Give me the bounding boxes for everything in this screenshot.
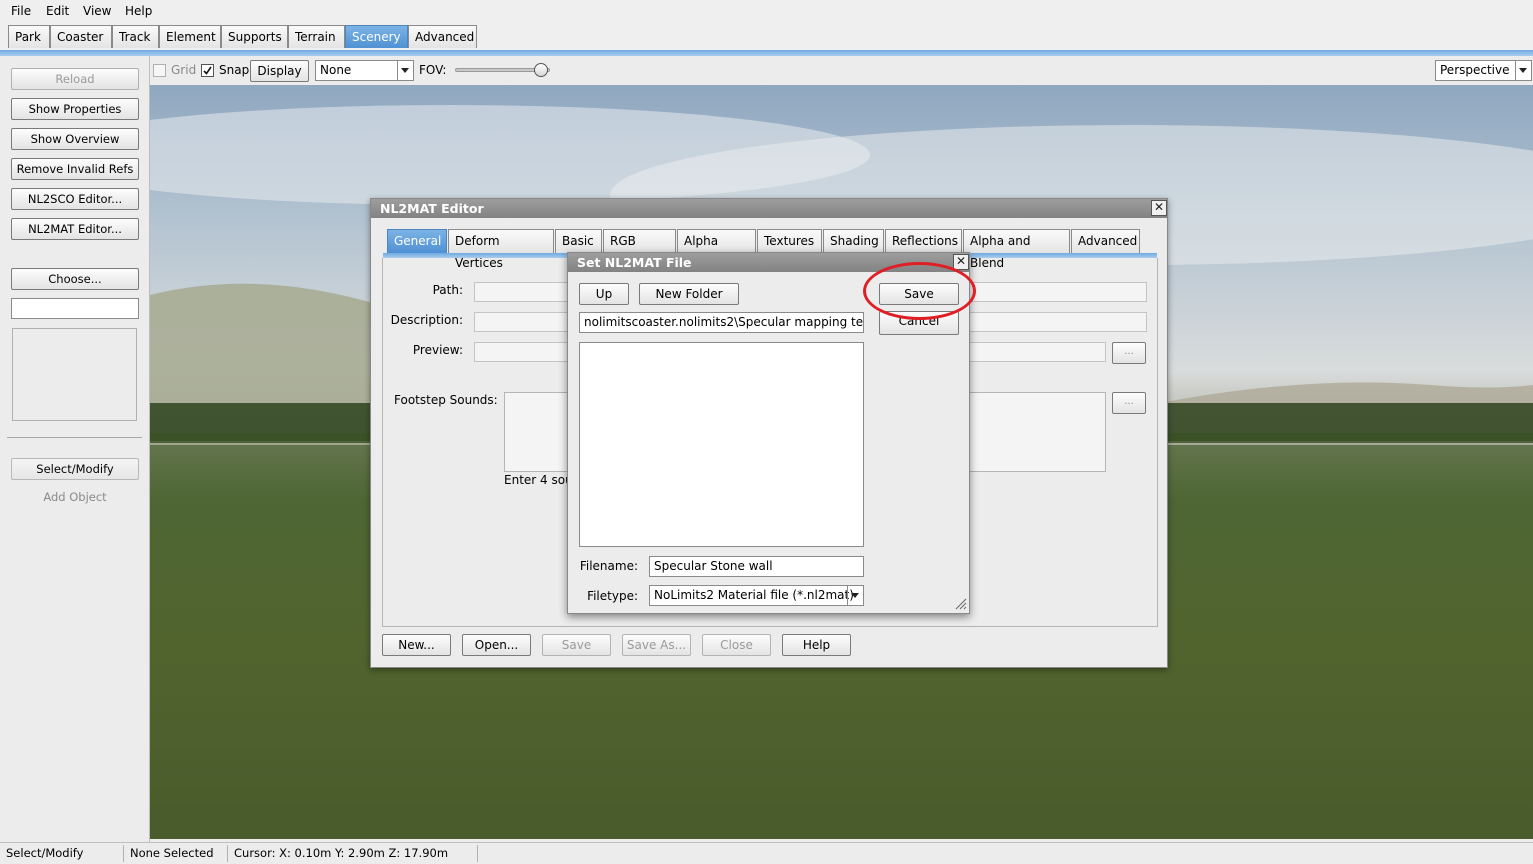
close-icon[interactable]: ✕ [953, 254, 969, 270]
close-icon[interactable]: ✕ [1151, 200, 1167, 216]
menu-help[interactable]: Help [125, 4, 152, 18]
view-mode-value: Perspective [1440, 63, 1510, 77]
tab-deform-vertices[interactable]: Deform Vertices [448, 229, 554, 270]
tab-shading[interactable]: Shading [823, 229, 884, 253]
nl2mat-editor-title: NL2MAT Editor [371, 199, 1167, 218]
tab-terrain[interactable]: Terrain [288, 25, 345, 48]
filetype-select[interactable]: NoLimits2 Material file (*.nl2mat) [649, 585, 864, 606]
view-toolbar: Grid Snap Display None FOV: Perspective [150, 56, 1533, 85]
snap-label: Snap [219, 63, 250, 77]
tab-element[interactable]: Element [159, 25, 221, 48]
tab-park[interactable]: Park [8, 25, 50, 48]
view-mode-select[interactable]: Perspective [1435, 60, 1532, 81]
footstep-hint: Enter 4 sou [504, 473, 573, 487]
new-button[interactable]: New... [382, 634, 451, 656]
nl2mat-editor-button[interactable]: NL2MAT Editor... [11, 218, 139, 240]
description-label: Description: [390, 313, 463, 327]
chevron-down-icon [397, 61, 413, 80]
status-selection: None Selected [124, 845, 228, 862]
display-mode-value: None [320, 63, 352, 77]
filename-input[interactable]: Specular Stone wall [649, 556, 864, 577]
up-button[interactable]: Up [579, 283, 629, 305]
path-label: Path: [432, 283, 463, 297]
reload-button[interactable]: Reload [11, 68, 139, 90]
tab-coaster[interactable]: Coaster [50, 25, 112, 48]
chevron-down-icon [847, 586, 863, 605]
tab-advanced[interactable]: Advanced [408, 25, 477, 48]
file-list[interactable] [579, 342, 864, 547]
filetype-value: NoLimits2 Material file (*.nl2mat) [654, 588, 854, 602]
fov-label: FOV: [419, 63, 447, 77]
check-icon [203, 66, 212, 75]
tab-alpha-color[interactable]: Alpha Color [677, 229, 756, 270]
object-preview [12, 328, 137, 421]
filetype-label: Filetype: [587, 589, 638, 603]
tab-supports[interactable]: Supports [221, 25, 288, 48]
chevron-down-icon [1515, 61, 1531, 80]
footstep-sounds-label: Footstep Sounds: [394, 393, 498, 407]
tab-basic[interactable]: Basic [555, 229, 602, 253]
status-mode: Select/Modify [0, 845, 124, 862]
current-path-field[interactable]: nolimitscoaster.nolimits2\Specular mappi… [579, 312, 864, 333]
filename-label: Filename: [579, 559, 638, 573]
close-button[interactable]: Close [702, 634, 771, 656]
tab-reflections[interactable]: Reflections [885, 229, 962, 253]
preview-browse-button[interactable]: ... [1112, 342, 1146, 364]
menu-file[interactable]: File [11, 4, 31, 18]
footstep-browse-button[interactable]: ... [1112, 392, 1146, 414]
fov-slider-thumb[interactable] [533, 63, 548, 77]
grid-checkbox[interactable] [153, 64, 166, 77]
menu-view[interactable]: View [83, 4, 111, 18]
show-overview-button[interactable]: Show Overview [11, 128, 139, 150]
add-object-button[interactable]: Add Object [11, 490, 139, 504]
tab-scenery[interactable]: Scenery [345, 25, 408, 48]
save-button[interactable]: Save [542, 634, 611, 656]
new-folder-button[interactable]: New Folder [639, 283, 739, 305]
open-button[interactable]: Open... [462, 634, 531, 656]
nl2sco-editor-button[interactable]: NL2SCO Editor... [11, 188, 139, 210]
tab-general[interactable]: General [387, 229, 447, 253]
status-bar: Select/Modify None Selected Cursor: X: 0… [0, 842, 1533, 864]
tab-textures[interactable]: Textures [757, 229, 822, 253]
main-tab-bar: Park Coaster Track Element Supports Terr… [0, 22, 1533, 52]
preview-label: Preview: [412, 343, 463, 357]
tab-rgb-color[interactable]: RGB Color [603, 229, 676, 270]
show-properties-button[interactable]: Show Properties [11, 98, 139, 120]
menu-edit[interactable]: Edit [46, 4, 69, 18]
display-button[interactable]: Display [250, 60, 309, 82]
choose-input[interactable] [11, 298, 139, 319]
tab-track[interactable]: Track [112, 25, 159, 48]
menu-bar: File Edit View Help [0, 0, 1533, 22]
snap-checkbox[interactable] [201, 64, 214, 77]
tab-advanced[interactable]: Advanced [1071, 229, 1140, 253]
resize-grip-icon[interactable] [955, 598, 967, 610]
choose-button[interactable]: Choose... [11, 268, 139, 290]
display-mode-select[interactable]: None [315, 60, 414, 81]
grid-label: Grid [171, 63, 197, 77]
help-button[interactable]: Help [782, 634, 851, 656]
tab-alpha-and-blend[interactable]: Alpha and Blend [963, 229, 1070, 270]
remove-invalid-refs-button[interactable]: Remove Invalid Refs [11, 158, 139, 180]
save-as-button[interactable]: Save As... [622, 634, 691, 656]
left-panel: Reload Show Properties Show Overview Rem… [0, 56, 150, 842]
select-modify-button[interactable]: Select/Modify [11, 458, 139, 480]
separator [7, 437, 142, 438]
status-cursor: Cursor: X: 0.10m Y: 2.90m Z: 17.90m [228, 845, 478, 862]
highlight-circle [863, 262, 976, 320]
